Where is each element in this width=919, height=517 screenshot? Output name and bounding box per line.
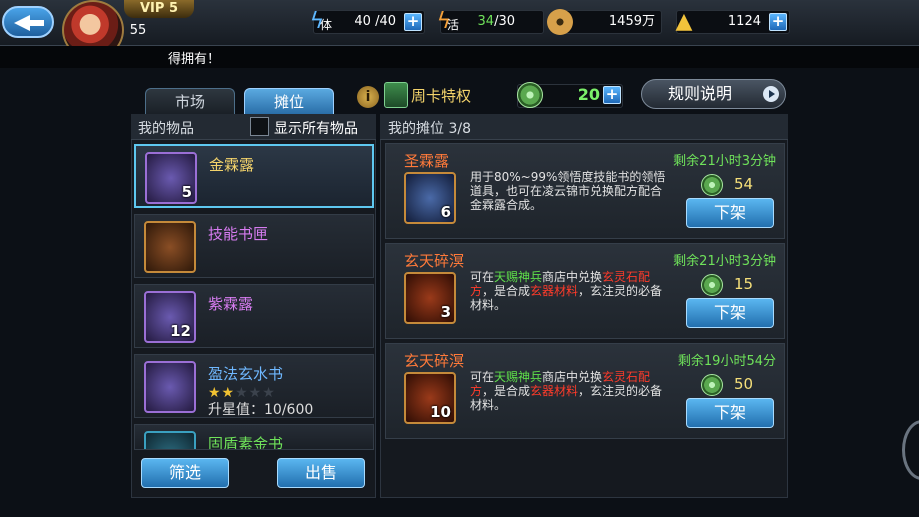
item-icon: 12 (144, 291, 196, 343)
book-icon (144, 361, 196, 413)
rules-label: 规则说明 (668, 84, 733, 103)
copper-coin-icon (547, 9, 573, 35)
back-button[interactable] (2, 6, 54, 38)
vitality-current: 34 (477, 14, 495, 29)
listing-time-left: 剩余19小时54分 (677, 354, 776, 369)
show-all-checkbox[interactable] (250, 117, 269, 136)
item-name: 盈法玄水书 (208, 365, 284, 383)
listing-name: 圣霖露 (404, 152, 450, 170)
notice-bar (0, 46, 919, 68)
item-name: 紫霖露 (208, 295, 254, 313)
listing-description: 用于80%~99%领悟度技能书的领悟道具，也可在凌云锦市兑换配方配合金霖露合成。 (470, 170, 666, 212)
stamina-box: ϟ 体 40 /40 + (310, 9, 425, 34)
listing-name: 玄天碎溟 (404, 252, 465, 270)
delist-button[interactable]: 下架 (686, 198, 774, 228)
list-item[interactable]: 固盾素金书 (134, 424, 374, 450)
filter-button[interactable]: 筛选 (141, 458, 229, 488)
rules-button[interactable]: 规则说明 (641, 79, 786, 109)
stall-listing: 玄天碎溟 10 可在天赐神兵商店中兑换玄灵石配方，是合成玄器材料，玄注灵的必备材… (385, 343, 785, 439)
gold-value: 1124 (727, 14, 761, 29)
add-stamina-button[interactable]: + (404, 13, 422, 31)
delist-button[interactable]: 下架 (686, 398, 774, 428)
listing-name: 玄天碎溟 (404, 352, 465, 370)
jade-coin-icon (701, 174, 723, 196)
item-icon: 10 (404, 372, 456, 424)
stamina-label: 体 (320, 18, 333, 32)
list-item[interactable]: 5 金霖露 (134, 144, 374, 208)
vitality-max: /30 (494, 14, 515, 29)
vitality-box: ϟ 活 34/30 (437, 9, 544, 34)
item-icon: 5 (145, 152, 197, 204)
stall-listing: 圣霖露 6 用于80%~99%领悟度技能书的领悟道具，也可在凌云锦市兑换配方配合… (385, 143, 785, 239)
jade-coin-icon (701, 274, 723, 296)
tab-stall[interactable]: 摊位 (244, 88, 334, 114)
sell-button[interactable]: 出售 (277, 458, 365, 488)
delist-button[interactable]: 下架 (686, 298, 774, 328)
item-name: 固盾素金书 (208, 435, 284, 450)
gold-box: ▲ 1124 + (676, 9, 790, 34)
listing-price: 50 (734, 375, 754, 393)
chest-icon (144, 221, 196, 273)
listing-time-left: 剩余21小时3分钟 (673, 154, 776, 169)
item-icon: 3 (404, 272, 456, 324)
jade-coin-icon (517, 82, 543, 108)
item-name: 技能书匣 (208, 225, 269, 243)
copper-value: 1459万 (608, 14, 655, 29)
vitality-label: 活 (447, 18, 460, 32)
show-all-label[interactable]: 显示所有物品 (274, 118, 358, 138)
stall-listing: 玄天碎溟 3 可在天赐神兵商店中兑换玄灵石配方，是合成玄器材料，玄注灵的必备材料… (385, 243, 785, 339)
list-item[interactable]: 12 紫霖露 (134, 284, 374, 348)
notice-text: 得拥有！ (168, 52, 221, 67)
listing-price: 54 (734, 175, 754, 193)
list-item[interactable]: 技能书匣 (134, 214, 374, 278)
gold-ingot-icon: ▲ (675, 9, 693, 34)
listing-time-left: 剩余21小时3分钟 (673, 254, 776, 269)
add-gold-button[interactable]: + (769, 13, 787, 31)
tab-market[interactable]: 市场 (145, 88, 235, 114)
jade-coin-icon (701, 374, 723, 396)
weekly-card-label[interactable]: 周卡特权 (411, 85, 471, 106)
listing-price: 15 (734, 275, 754, 293)
copper-box: 1459万 (547, 9, 662, 35)
item-icon: 6 (404, 172, 456, 224)
add-coin-button[interactable]: + (603, 86, 621, 104)
listing-description: 可在天赐神兵商店中兑换玄灵石配方，是合成玄器材料，玄注灵的必备材料。 (470, 270, 663, 312)
stamina-value: 40 /40 (354, 14, 396, 29)
my-stall-title: 我的摊位 3/8 (388, 121, 471, 137)
coin-balance: 20 (577, 85, 600, 104)
info-icon[interactable]: i (357, 86, 379, 108)
list-item[interactable]: 盈法玄水书 ★★★★★ 升星值：10/600 (134, 354, 374, 418)
item-name: 金霖露 (209, 156, 255, 174)
listing-description: 可在天赐神兵商店中兑换玄灵石配方，是合成玄器材料，玄注灵的必备材料。 (470, 370, 663, 412)
side-menu-button[interactable] (902, 420, 919, 480)
vip-badge: VIP 5 (124, 0, 194, 18)
my-items-title: 我的物品 (138, 121, 194, 137)
book-icon (144, 431, 196, 449)
star-progress: 升星值：10/600 (208, 402, 314, 418)
player-level: 55 (129, 23, 147, 38)
weekly-card-icon[interactable] (384, 82, 408, 108)
arrow-right-icon (763, 86, 779, 102)
